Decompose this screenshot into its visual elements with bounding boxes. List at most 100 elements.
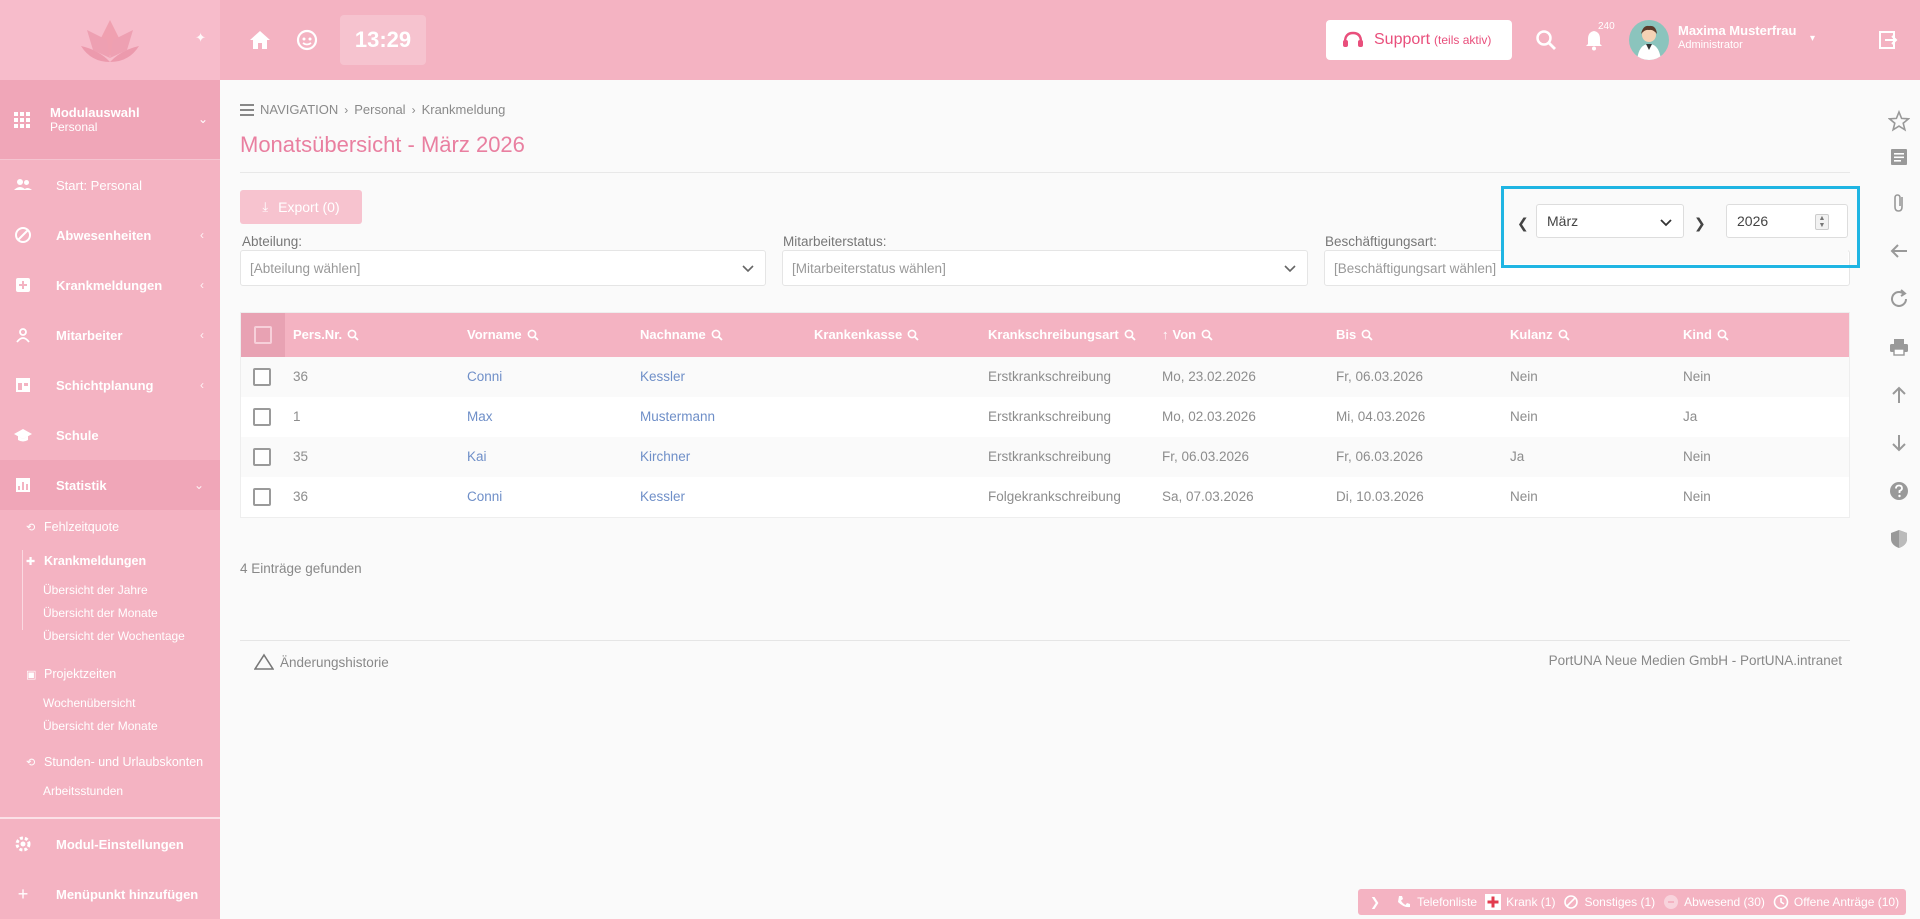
row-checkbox[interactable] — [253, 488, 271, 506]
row-checkbox[interactable] — [253, 368, 271, 386]
history-link[interactable]: Änderungshistorie — [254, 653, 389, 671]
home-icon[interactable] — [248, 28, 272, 52]
shield-icon[interactable] — [1888, 528, 1910, 550]
submenu-leaf[interactable]: Übersicht der Monate — [26, 601, 220, 624]
table-body: 36 Conni Kessler Erstkrankschreibung Mo,… — [241, 357, 1849, 517]
sidebar-item-schule[interactable]: Schule — [0, 410, 220, 460]
month-select[interactable]: März — [1536, 204, 1684, 238]
table-row[interactable]: 1 Max Mustermann Erstkrankschreibung Mo,… — [241, 397, 1849, 437]
arrow-left-icon[interactable] — [1888, 240, 1910, 262]
last-name-link[interactable]: Kessler — [640, 489, 685, 504]
breadcrumb-personal[interactable]: Personal — [354, 102, 405, 117]
search-icon[interactable] — [1201, 329, 1213, 341]
submenu-leaf[interactable]: Arbeitsstunden — [26, 779, 220, 802]
submenu-leaf[interactable]: Übersicht der Jahre — [26, 578, 220, 601]
search-icon[interactable] — [1717, 329, 1729, 341]
table-row[interactable]: 36 Conni Kessler Folgekrankschreibung Sa… — [241, 477, 1849, 517]
help-icon[interactable] — [1888, 480, 1910, 502]
column-header[interactable]: Vorname — [467, 327, 539, 342]
support-button[interactable]: Support (teils aktiv) — [1326, 20, 1512, 60]
print-icon[interactable] — [1888, 336, 1910, 358]
chevron-right-icon[interactable]: ❯ — [1694, 215, 1706, 232]
last-name-link[interactable]: Mustermann — [640, 409, 715, 424]
search-icon[interactable] — [347, 329, 359, 341]
search-icon[interactable] — [711, 329, 723, 341]
status-sonstiges[interactable]: Sonstiges (1) — [1563, 894, 1655, 910]
column-header[interactable]: Nachname — [640, 327, 723, 342]
user-info[interactable]: Maxima Musterfrau Administrator — [1678, 24, 1796, 52]
abteilung-select[interactable]: [Abteilung wählen] — [240, 250, 766, 286]
sidebar-item-schichtplanung[interactable]: Schichtplanung ‹ — [0, 360, 220, 410]
phone-icon — [1398, 896, 1411, 908]
column-header[interactable]: Pers.Nr. — [293, 327, 359, 342]
chevron-left-icon[interactable]: ❮ — [1517, 215, 1529, 232]
first-name-link[interactable]: Max — [467, 409, 493, 424]
search-icon[interactable] — [907, 329, 919, 341]
sidebar-item-menuepunkt-hinzufuegen[interactable]: + Menüpunkt hinzufügen — [0, 869, 220, 919]
history-icon: ⟲ — [26, 756, 36, 769]
sidebar-item-mitarbeiter[interactable]: Mitarbeiter ‹ — [0, 310, 220, 360]
search-icon[interactable] — [1124, 329, 1136, 341]
sort-asc-icon: ↑ — [1162, 327, 1169, 342]
mitarbeiterstatus-select[interactable]: [Mitarbeiterstatus wählen] — [782, 250, 1308, 286]
submenu-stunden[interactable]: ⟲ Stunden- und Urlaubskonten — [26, 745, 220, 779]
row-checkbox[interactable] — [253, 408, 271, 426]
last-name-link[interactable]: Kirchner — [640, 449, 690, 464]
arrow-down-icon[interactable] — [1888, 432, 1910, 454]
submenu-leaf[interactable]: Übersicht der Monate — [26, 714, 220, 737]
column-header[interactable]: ↑ Von — [1162, 327, 1213, 342]
sidebar-item-abwesenheiten[interactable]: Abwesenheiten ‹ — [0, 210, 220, 260]
avatar[interactable] — [1629, 20, 1669, 60]
search-icon[interactable] — [1558, 329, 1570, 341]
paperclip-icon[interactable] — [1888, 192, 1910, 214]
breadcrumb-krankmeldung[interactable]: Krankmeldung — [422, 102, 506, 117]
submenu-krankmeldungen[interactable]: ✚ Krankmeldungen — [26, 544, 220, 578]
first-name-link[interactable]: Conni — [467, 369, 502, 384]
lotus-logo-icon — [81, 20, 139, 62]
module-subtitle: Personal — [50, 119, 98, 134]
row-checkbox[interactable] — [253, 448, 271, 466]
column-header[interactable]: Krankschreibungsart — [988, 327, 1136, 342]
column-header[interactable]: Kulanz — [1510, 327, 1570, 342]
spinner-icon[interactable]: ▲ ▼ — [1815, 214, 1829, 230]
notes-icon[interactable] — [1888, 146, 1910, 168]
search-icon[interactable] — [1361, 329, 1373, 341]
logo[interactable]: ✦ — [0, 0, 220, 80]
last-name-link[interactable]: Kessler — [640, 369, 685, 384]
sidebar-item-statistik[interactable]: Statistik ⌄ — [0, 460, 220, 510]
pin-icon[interactable]: ✦ — [195, 30, 206, 46]
submenu-fehlzeitquote[interactable]: ⟲ Fehlzeitquote — [26, 510, 220, 544]
status-antraege[interactable]: Offene Anträge (10) — [1773, 894, 1899, 910]
sidebar-item-krankmeldungen[interactable]: Krankmeldungen ‹ — [0, 260, 220, 310]
first-name-link[interactable]: Conni — [467, 489, 502, 504]
breadcrumb-nav[interactable]: NAVIGATION — [260, 102, 338, 117]
column-header[interactable]: Kind — [1683, 327, 1729, 342]
status-krank[interactable]: Krank (1) — [1485, 894, 1555, 910]
refresh-icon[interactable] — [1888, 288, 1910, 310]
star-icon[interactable] — [1888, 110, 1910, 132]
table-row[interactable]: 35 Kai Kirchner Erstkrankschreibung Fr, … — [241, 437, 1849, 477]
column-header[interactable]: Krankenkasse — [814, 327, 919, 342]
table-row[interactable]: 36 Conni Kessler Erstkrankschreibung Mo,… — [241, 357, 1849, 397]
first-name-link[interactable]: Kai — [467, 449, 487, 464]
status-telefonliste[interactable]: Telefonliste — [1396, 894, 1477, 910]
chevron-right-icon[interactable]: ❯ — [1370, 895, 1380, 909]
export-button[interactable]: ⤓ Export (0) — [240, 190, 362, 224]
column-header[interactable]: Bis — [1336, 327, 1373, 342]
year-input[interactable]: 2026 ▲ ▼ — [1726, 204, 1848, 238]
search-icon[interactable] — [527, 329, 539, 341]
submenu-leaf[interactable]: Wochenübersicht — [26, 691, 220, 714]
submenu-leaf[interactable]: Übersicht der Wochentage — [26, 624, 220, 647]
sidebar-item-modul-einstellungen[interactable]: Modul-Einstellungen — [0, 819, 220, 869]
arrow-up-icon[interactable] — [1888, 384, 1910, 406]
logout-icon[interactable] — [1876, 28, 1900, 52]
select-all-checkbox[interactable] — [254, 326, 272, 344]
status-abwesend[interactable]: Abwesend (30) — [1663, 894, 1765, 910]
submenu-projektzeiten[interactable]: ▣ Projektzeiten — [26, 657, 220, 691]
face-icon[interactable] — [295, 28, 319, 52]
menu-icon[interactable] — [240, 103, 254, 116]
sidebar-item-start-personal[interactable]: Start: Personal — [0, 160, 220, 210]
module-selector[interactable]: Modulauswahl Personal ⌄ — [0, 80, 220, 160]
caret-down-icon[interactable]: ▾ — [1810, 33, 1815, 44]
search-icon[interactable] — [1534, 28, 1558, 52]
